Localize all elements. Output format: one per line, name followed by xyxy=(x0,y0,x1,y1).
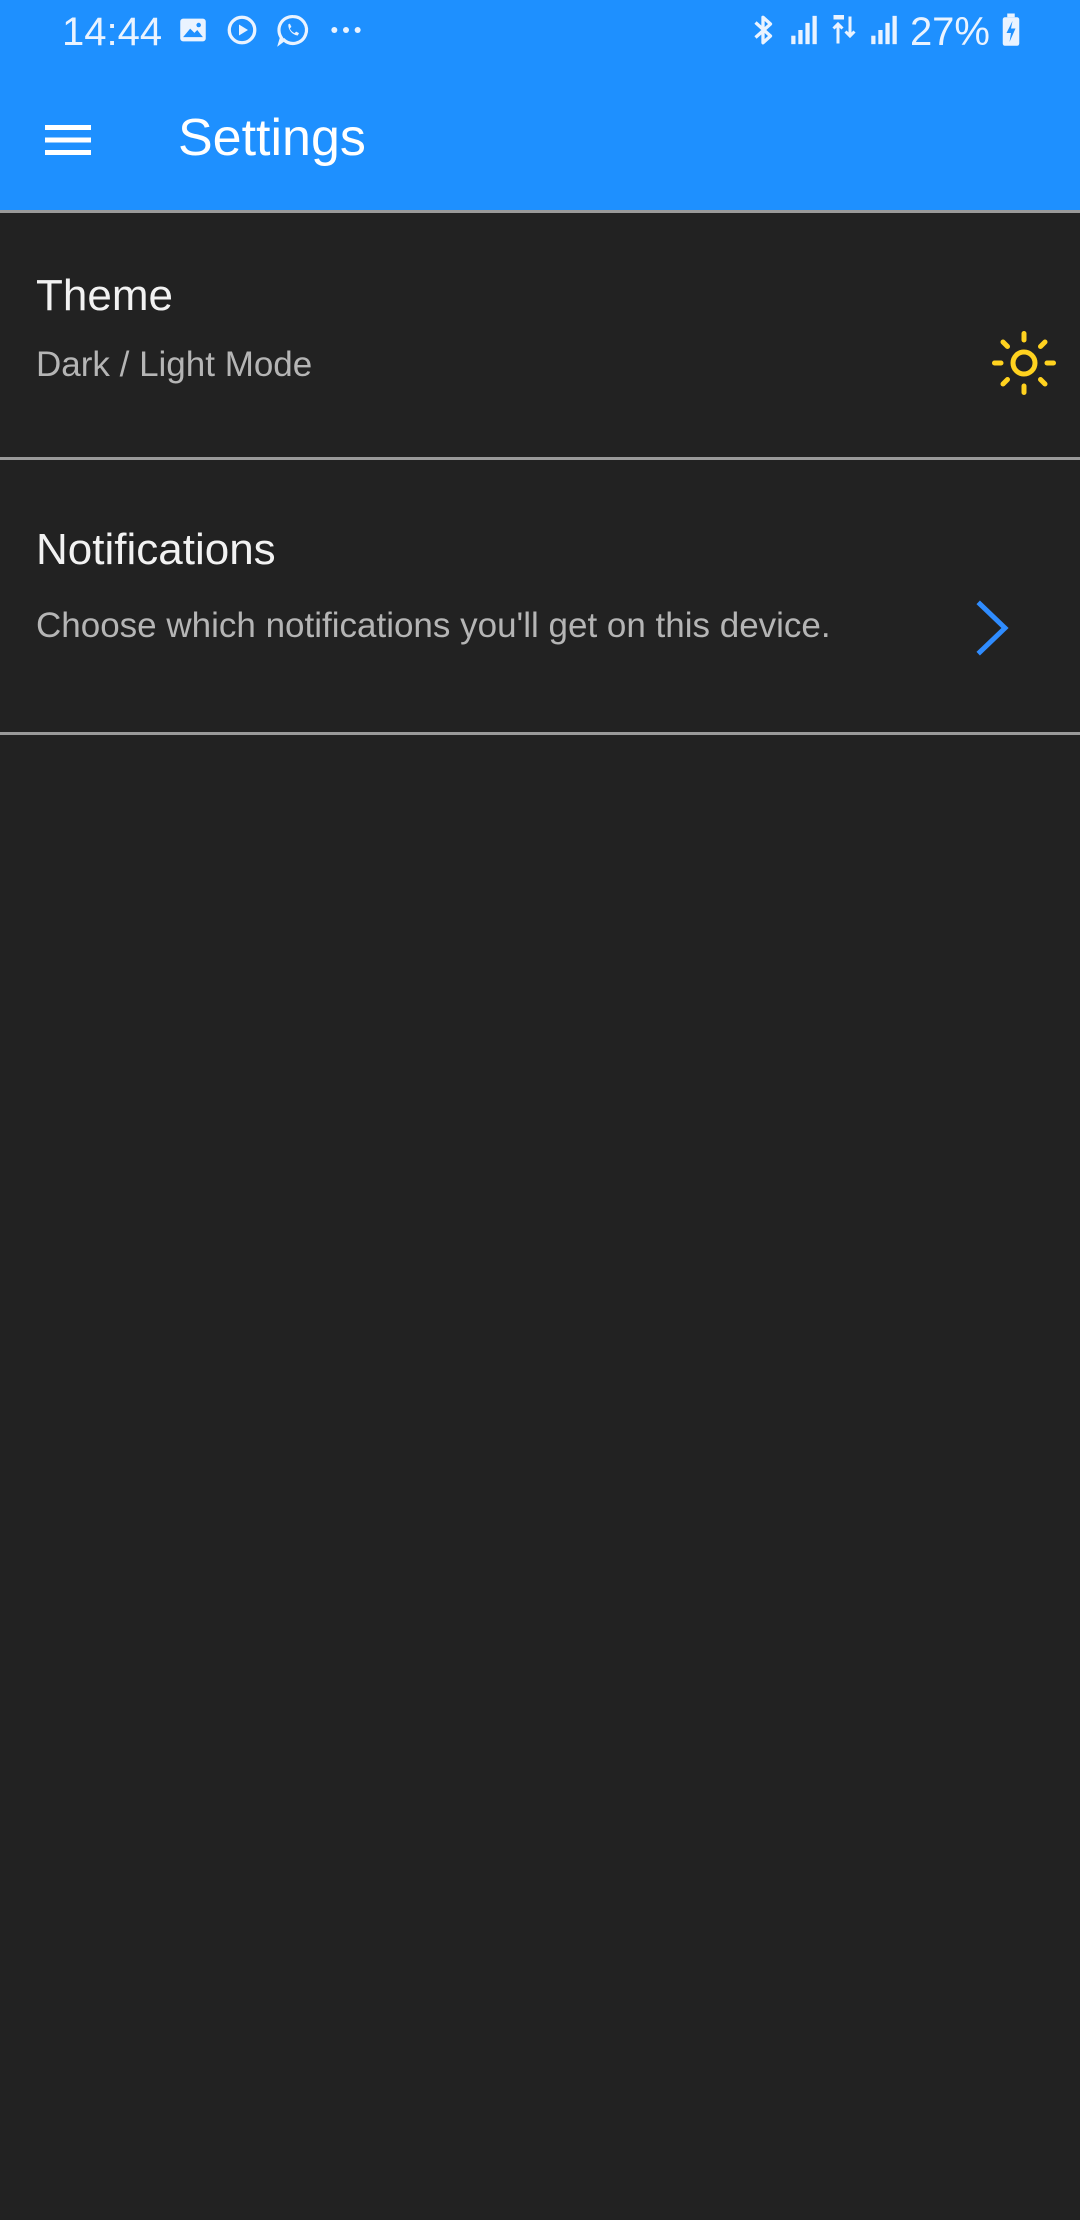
settings-item-notifications[interactable]: Notifications Choose which notifications… xyxy=(0,460,1080,735)
data-arrows-icon xyxy=(830,12,858,53)
app-bar: Settings xyxy=(0,62,1080,210)
settings-list: Theme Dark / Light Mode Notifications Ch… xyxy=(0,213,1080,735)
settings-item-theme[interactable]: Theme Dark / Light Mode xyxy=(0,213,1080,460)
status-notification-icons xyxy=(176,12,366,52)
signal-icon xyxy=(788,13,820,52)
notifications-title: Notifications xyxy=(36,525,276,574)
status-system-icons: 27% xyxy=(748,8,1022,56)
image-icon xyxy=(176,13,210,52)
bluetooth-icon xyxy=(748,12,778,53)
status-bar: 14:44 27% xyxy=(0,0,1080,62)
more-dots-icon xyxy=(326,13,366,52)
play-circle-icon xyxy=(224,12,260,53)
whatsapp-icon xyxy=(274,11,312,54)
notifications-subtitle: Choose which notifications you'll get on… xyxy=(36,606,831,645)
page-title: Settings xyxy=(178,109,366,167)
chevron-right-icon[interactable] xyxy=(972,600,1012,656)
menu-button[interactable] xyxy=(28,102,108,182)
battery-percentage: 27% xyxy=(909,10,990,54)
hamburger-menu-icon xyxy=(43,121,93,164)
theme-subtitle: Dark / Light Mode xyxy=(36,345,313,384)
sun-icon[interactable] xyxy=(992,331,1056,395)
theme-title: Theme xyxy=(36,271,173,320)
status-time: 14:44 xyxy=(62,10,163,54)
signal-icon xyxy=(868,13,900,52)
battery-charging-icon xyxy=(1000,12,1022,53)
